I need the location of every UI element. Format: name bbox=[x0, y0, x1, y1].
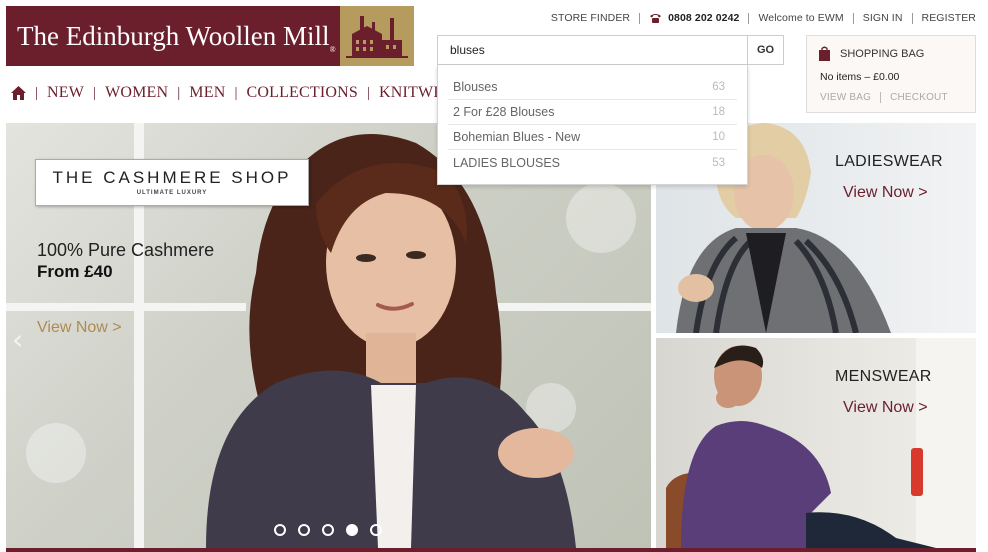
nav-item-men[interactable]: MEN bbox=[189, 84, 225, 102]
store-finder-link[interactable]: STORE FINDER bbox=[551, 12, 630, 24]
divider bbox=[911, 12, 913, 24]
menswear-label: MENSWEAR bbox=[835, 368, 932, 385]
carousel-dot[interactable] bbox=[370, 524, 382, 536]
shopping-bag-icon bbox=[819, 46, 830, 61]
carousel-prev-arrow-icon[interactable]: ‹ bbox=[12, 323, 23, 356]
site-logo[interactable]: The Edinburgh Woollen Mill® bbox=[6, 6, 414, 66]
phone-text: 0808 202 0242 bbox=[668, 12, 740, 24]
home-icon[interactable] bbox=[11, 86, 26, 100]
utility-bar: STORE FINDER 0808 202 0242 Welcome to EW… bbox=[551, 11, 976, 25]
cashmere-shop-title: THE CASHMERE SHOP bbox=[52, 168, 292, 187]
nav-item-collections[interactable]: COLLECTIONS bbox=[246, 84, 358, 102]
checkout-link[interactable]: CHECKOUT bbox=[890, 92, 948, 103]
nav-item-women[interactable]: WOMEN bbox=[105, 84, 168, 102]
hero-price: From £40 bbox=[37, 262, 113, 281]
suggestion-count: 63 bbox=[712, 81, 725, 93]
hero-banner[interactable]: THE CASHMERE SHOP ULTIMATE LUXURY 100% P… bbox=[6, 123, 651, 548]
carousel-dot-active[interactable] bbox=[346, 524, 358, 536]
carousel-dots bbox=[274, 524, 394, 536]
nav-item-knitwear[interactable]: KNITWE bbox=[379, 84, 443, 102]
phone-icon bbox=[650, 14, 662, 23]
suggestion-count: 53 bbox=[712, 156, 725, 169]
search-box: GO bbox=[437, 35, 784, 65]
suggestion-label: Bohemian Blues - New bbox=[453, 130, 581, 144]
shopping-bag-panel: SHOPPING BAG No items – £0.00 VIEW BAG C… bbox=[806, 35, 976, 113]
ladieswear-label: LADIESWEAR bbox=[835, 153, 943, 170]
menswear-tile[interactable]: MENSWEAR View Now > bbox=[656, 338, 976, 548]
bag-links: VIEW BAG CHECKOUT bbox=[820, 92, 948, 103]
divider bbox=[639, 12, 641, 24]
register-link[interactable]: REGISTER bbox=[922, 12, 976, 24]
bag-summary: No items – £0.00 bbox=[820, 71, 900, 83]
search-suggestions: Blouses 63 2 For £28 Blouses 18 Bohemian… bbox=[437, 65, 748, 185]
logo-wordmark: The Edinburgh Woollen Mill® bbox=[6, 6, 340, 66]
hero-headline: 100% Pure Cashmere bbox=[37, 240, 215, 260]
suggestion-item[interactable]: LADIES BLOUSES 53 bbox=[448, 150, 737, 175]
nav-divider: | bbox=[177, 84, 181, 101]
search-input[interactable] bbox=[438, 36, 749, 64]
divider bbox=[852, 12, 854, 24]
divider bbox=[748, 12, 750, 24]
divider bbox=[880, 92, 882, 103]
main-nav: | NEW | WOMEN | MEN | COLLECTIONS | KNIT… bbox=[11, 83, 443, 103]
mill-icon bbox=[340, 6, 414, 66]
view-bag-link[interactable]: VIEW BAG bbox=[820, 92, 871, 103]
cashmere-shop-badge: THE CASHMERE SHOP ULTIMATE LUXURY bbox=[35, 159, 309, 206]
suggestion-count: 18 bbox=[712, 106, 725, 118]
suggestion-label: Blouses bbox=[453, 80, 498, 94]
nav-divider: | bbox=[234, 84, 238, 101]
suggestion-item[interactable]: Bohemian Blues - New 10 bbox=[448, 125, 737, 150]
suggestion-count: 10 bbox=[712, 131, 725, 143]
nav-divider: | bbox=[367, 84, 371, 101]
suggestion-label: LADIES BLOUSES bbox=[453, 155, 560, 170]
menswear-view-now-link[interactable]: View Now > bbox=[843, 399, 928, 417]
ladieswear-view-now-link[interactable]: View Now > bbox=[843, 184, 928, 202]
suggestion-item[interactable]: 2 For £28 Blouses 18 bbox=[448, 100, 737, 125]
nav-item-new[interactable]: NEW bbox=[47, 84, 84, 102]
nav-divider: | bbox=[35, 84, 39, 101]
background-bokeh bbox=[26, 423, 86, 483]
shopping-bag-header[interactable]: SHOPPING BAG bbox=[819, 46, 924, 61]
carousel-dot[interactable] bbox=[274, 524, 286, 536]
search-go-button[interactable]: GO bbox=[747, 36, 783, 64]
suggestion-label: 2 For £28 Blouses bbox=[453, 105, 555, 119]
nav-divider: | bbox=[93, 84, 97, 101]
cashmere-shop-subtitle: ULTIMATE LUXURY bbox=[136, 190, 208, 196]
bottom-accent-bar bbox=[6, 548, 976, 552]
suggestion-item[interactable]: Blouses 63 bbox=[448, 75, 737, 100]
carousel-dot[interactable] bbox=[298, 524, 310, 536]
carousel-dot[interactable] bbox=[322, 524, 334, 536]
hero-view-now-link[interactable]: View Now > bbox=[37, 319, 122, 337]
sign-in-link[interactable]: SIGN IN bbox=[863, 12, 903, 24]
shopping-bag-title: SHOPPING BAG bbox=[840, 47, 925, 60]
phone-number: 0808 202 0242 bbox=[649, 12, 739, 24]
welcome-text: Welcome to EWM bbox=[758, 12, 844, 24]
